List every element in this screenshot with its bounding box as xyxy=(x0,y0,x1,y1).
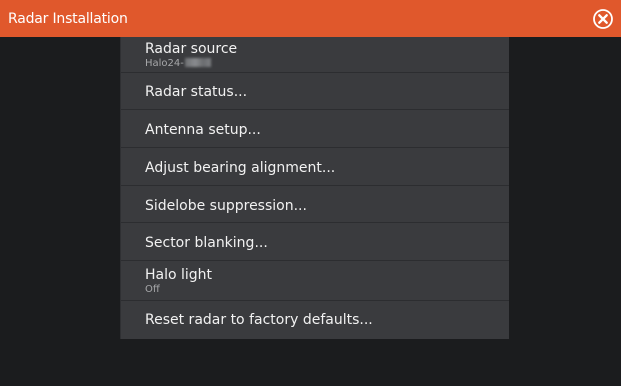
halo-light-value: Off xyxy=(145,284,160,295)
menu-item-halo-light[interactable]: Halo light Off xyxy=(121,261,509,301)
title-bar: Radar Installation xyxy=(0,0,621,37)
sidelobe-suppression-label: Sidelobe suppression... xyxy=(145,198,307,214)
menu-item-radar-source[interactable]: Radar source Halo24- xyxy=(121,37,509,73)
menu-item-adjust-bearing-alignment[interactable]: Adjust bearing alignment... xyxy=(121,148,509,186)
menu-item-sidelobe-suppression[interactable]: Sidelobe suppression... xyxy=(121,186,509,223)
close-button[interactable] xyxy=(591,7,615,31)
close-circle-icon xyxy=(593,9,613,29)
menu-item-radar-status[interactable]: Radar status... xyxy=(121,73,509,110)
radar-installation-menu: Radar source Halo24- Radar status... Ant… xyxy=(120,37,509,339)
radar-installation-screen: Radar Installation Radar source Halo24- … xyxy=(0,0,621,386)
halo-light-label: Halo light xyxy=(145,267,213,283)
redacted-serial xyxy=(184,58,211,67)
radar-source-value: Halo24- xyxy=(145,58,211,70)
menu-item-antenna-setup[interactable]: Antenna setup... xyxy=(121,110,509,148)
adjust-bearing-alignment-label: Adjust bearing alignment... xyxy=(145,160,336,176)
radar-source-label: Radar source xyxy=(145,41,238,57)
radar-source-value-text: Halo24- xyxy=(145,58,184,69)
radar-status-label: Radar status... xyxy=(145,84,248,100)
menu-item-sector-blanking[interactable]: Sector blanking... xyxy=(121,223,509,261)
sector-blanking-label: Sector blanking... xyxy=(145,235,268,251)
reset-factory-defaults-label: Reset radar to factory defaults... xyxy=(145,312,373,328)
page-title: Radar Installation xyxy=(8,11,128,27)
menu-item-reset-factory-defaults[interactable]: Reset radar to factory defaults... xyxy=(121,301,509,339)
antenna-setup-label: Antenna setup... xyxy=(145,122,261,138)
